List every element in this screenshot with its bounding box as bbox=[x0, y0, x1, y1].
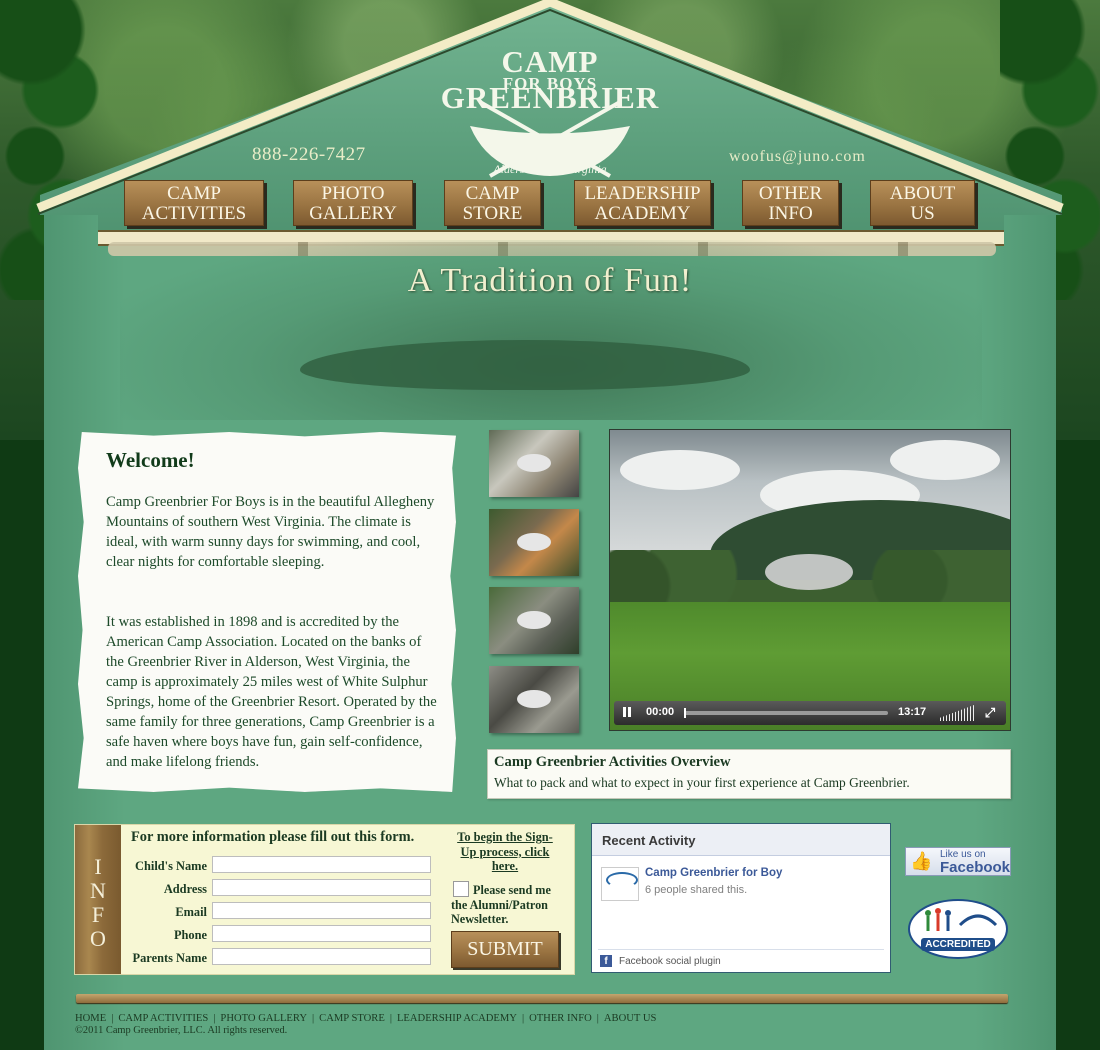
nav-label: CAMP STORE bbox=[462, 183, 523, 224]
phone-label: Phone bbox=[173, 928, 207, 942]
footer-link-about-us[interactable]: ABOUT US bbox=[604, 1013, 657, 1024]
video-caption: Camp Greenbrier Activities Overview What… bbox=[487, 749, 1011, 799]
footer-link-camp-store[interactable]: CAMP STORE bbox=[319, 1013, 385, 1024]
nav-label: OTHER INFO bbox=[758, 183, 823, 224]
accredited-text: ACCREDITED bbox=[910, 938, 1006, 951]
info-wood-sign: I N F O bbox=[75, 825, 121, 974]
pause-icon[interactable] bbox=[620, 706, 634, 720]
form-heading: For more information please fill out thi… bbox=[131, 829, 415, 845]
fullscreen-icon[interactable]: ⤢ bbox=[982, 705, 998, 721]
info-letter: I bbox=[94, 854, 102, 879]
info-letter: N bbox=[90, 878, 106, 903]
separator: | bbox=[389, 1013, 392, 1024]
video-caption-title: Camp Greenbrier Activities Overview bbox=[494, 754, 731, 770]
separator: | bbox=[521, 1013, 525, 1024]
video-progress-bar[interactable] bbox=[684, 708, 888, 718]
footer-wood-bar bbox=[76, 994, 1008, 1003]
like-label-2: Facebook bbox=[940, 859, 1011, 876]
thumbs-up-icon: 👍 bbox=[910, 851, 933, 871]
submit-button[interactable]: SUBMIT bbox=[451, 931, 559, 968]
info-letter: O bbox=[90, 926, 106, 951]
nav-photo-gallery[interactable]: PHOTO GALLERY bbox=[293, 180, 413, 226]
signup-link[interactable]: To begin the Sign-Up process, click here… bbox=[455, 830, 555, 874]
newsletter-checkbox[interactable] bbox=[453, 881, 469, 897]
video-caption-description: What to pack and what to expect in your … bbox=[494, 775, 910, 790]
video-current-time: 00:00 bbox=[646, 706, 675, 718]
separator: | bbox=[213, 1013, 216, 1024]
logo-location: Alderson, West Virginia bbox=[493, 162, 607, 176]
page: CAMP GREENBRIER FOR BOYS Alderson, West … bbox=[0, 0, 1100, 1050]
facebook-icon: f bbox=[600, 955, 612, 967]
childs-name-field[interactable] bbox=[212, 856, 431, 873]
thumbnail-climbing[interactable] bbox=[489, 587, 579, 654]
accredited-label: ACCREDITED bbox=[921, 938, 995, 951]
email-address[interactable]: woofus@juno.com bbox=[729, 148, 866, 166]
nav-label: LEADERSHIP ACADEMY bbox=[584, 183, 701, 224]
separator: | bbox=[312, 1013, 315, 1024]
thumbnail-play-icon bbox=[517, 611, 551, 629]
facebook-header: Recent Activity bbox=[592, 824, 890, 856]
footer-link-leadership-academy[interactable]: LEADERSHIP ACADEMY bbox=[397, 1013, 517, 1024]
hero-canoe-shape bbox=[300, 340, 750, 390]
address-label: Address bbox=[163, 882, 207, 896]
video-player[interactable]: 00:00 13:17 ⤢ bbox=[609, 429, 1011, 731]
facebook-item-shares: 6 people shared this. bbox=[645, 884, 748, 896]
info-letter: F bbox=[91, 902, 105, 927]
parents-name-field[interactable] bbox=[212, 948, 431, 965]
footer-link-home[interactable]: HOME bbox=[75, 1013, 106, 1024]
video-cloud bbox=[620, 450, 740, 490]
progress-knob[interactable] bbox=[684, 708, 686, 718]
welcome-paragraph-2: It was established in 1898 and is accred… bbox=[106, 614, 437, 770]
thumbnail-historic-photo[interactable] bbox=[489, 666, 579, 733]
welcome-paragraph-1: Camp Greenbrier For Boys is in the beaut… bbox=[106, 494, 435, 570]
aca-logo-icon bbox=[925, 908, 998, 931]
phone-number: 888-226-7427 bbox=[252, 144, 366, 165]
separator: | bbox=[596, 1013, 599, 1024]
footer-link-camp-activities[interactable]: CAMP ACTIVITIES bbox=[118, 1013, 208, 1024]
facebook-footer: f Facebook social plugin bbox=[598, 949, 884, 972]
facebook-header-title: Recent Activity bbox=[602, 833, 696, 848]
camp-logo[interactable]: CAMP GREENBRIER FOR BOYS Alderson, West … bbox=[420, 38, 680, 178]
facebook-footer-text: Facebook social plugin bbox=[619, 956, 721, 967]
footer-nav: HOME | CAMP ACTIVITIES | PHOTO GALLERY | CAMP … bbox=[75, 1013, 656, 1024]
video-controls: 00:00 13:17 ⤢ bbox=[614, 701, 1006, 725]
address-field[interactable] bbox=[212, 879, 431, 896]
thumbnail-campfire[interactable] bbox=[489, 509, 579, 576]
logo-subtitle: FOR BOYS bbox=[502, 74, 598, 93]
video-cloud bbox=[890, 440, 1000, 480]
nav-camp-store[interactable]: CAMP STORE bbox=[444, 180, 541, 226]
nav-other-info[interactable]: OTHER INFO bbox=[742, 180, 839, 226]
email-field[interactable] bbox=[212, 902, 431, 919]
childs-name-label: Child's Name bbox=[135, 859, 207, 873]
aca-accredited-badge[interactable]: ACCREDITED bbox=[908, 899, 1008, 959]
copyright: ©2011 Camp Greenbrier, LLC. All rights r… bbox=[75, 1025, 288, 1036]
nav-label: CAMP ACTIVITIES bbox=[141, 183, 247, 224]
facebook-item-link[interactable]: Camp Greenbrier for Boy bbox=[645, 867, 782, 879]
volume-icon[interactable] bbox=[940, 705, 974, 721]
nav-camp-activities[interactable]: CAMP ACTIVITIES bbox=[124, 180, 264, 226]
tagline: A Tradition of Fun! bbox=[407, 262, 693, 299]
welcome-title: Welcome! bbox=[106, 448, 195, 472]
video-duration: 13:17 bbox=[898, 706, 927, 718]
thumbnail-play-icon bbox=[517, 533, 551, 551]
footer-link-photo-gallery[interactable]: PHOTO GALLERY bbox=[220, 1013, 307, 1024]
separator: | bbox=[111, 1013, 114, 1024]
video-play-overlay-icon[interactable] bbox=[765, 554, 853, 590]
phone-field[interactable] bbox=[212, 925, 431, 942]
parents-name-label: Parents Name bbox=[132, 951, 207, 965]
nav-label: ABOUT US bbox=[889, 183, 956, 224]
like-us-facebook-button[interactable]: 👍 Like us on Facebook bbox=[905, 847, 1011, 876]
info-form: I N F O For more information please fill… bbox=[74, 824, 575, 975]
nav-about-us[interactable]: ABOUT US bbox=[870, 180, 975, 226]
footer-link-other-info[interactable]: OTHER INFO bbox=[529, 1013, 592, 1024]
nav-label: PHOTO GALLERY bbox=[309, 183, 397, 224]
thumbnail-play-icon bbox=[517, 690, 551, 708]
aca-small-icon bbox=[601, 867, 639, 901]
facebook-activity-box: Recent Activity Camp Greenbrier for Boy … bbox=[591, 823, 891, 973]
thumbnail-play-icon bbox=[517, 454, 551, 472]
nav-leadership-academy[interactable]: LEADERSHIP ACADEMY bbox=[574, 180, 711, 226]
email-label: Email bbox=[175, 905, 207, 919]
thumbnail-rafting[interactable] bbox=[489, 430, 579, 497]
